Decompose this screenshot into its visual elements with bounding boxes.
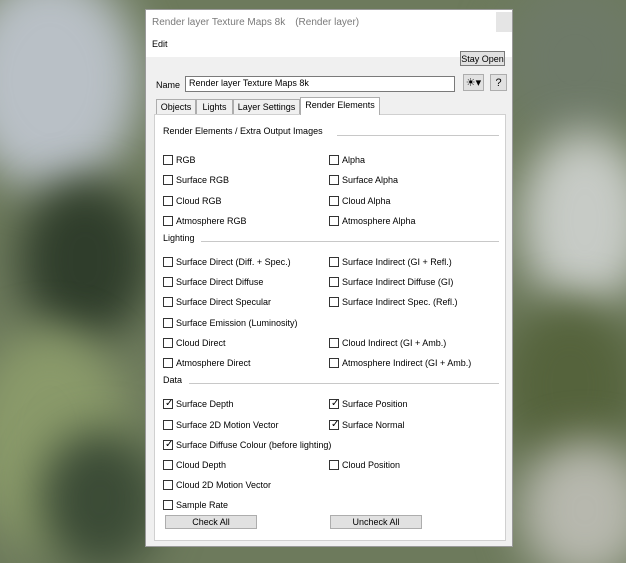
checkbox[interactable] (163, 277, 173, 287)
checkmark-icon: ✓ (165, 439, 174, 450)
render-elements-panel: Render Elements / Extra Output Images Li… (154, 114, 506, 541)
tab-lights[interactable]: Lights (196, 99, 233, 114)
checkbox-label: Surface Normal (342, 420, 405, 430)
settings-button[interactable]: ☀▾ (463, 74, 484, 91)
checkbox[interactable] (163, 500, 173, 510)
checkbox[interactable] (329, 216, 339, 226)
checkbox-label: Atmosphere Alpha (342, 216, 416, 226)
checkbox[interactable] (329, 277, 339, 287)
check-all-button[interactable]: Check All (165, 515, 257, 529)
name-label: Name (156, 80, 181, 90)
checkbox[interactable]: ✓ (163, 439, 174, 450)
checkbox-label: Surface Direct Specular (176, 297, 272, 307)
checkbox-label: Cloud Alpha (342, 196, 391, 206)
checkbox-label: Alpha (342, 155, 366, 165)
section-divider (337, 135, 499, 136)
checkbox-label: Surface Direct Diffuse (176, 277, 264, 287)
checkbox-label: Surface Diffuse Colour (before lighting) (176, 440, 332, 450)
checkbox[interactable] (163, 480, 173, 490)
section-extra-output: Render Elements / Extra Output Images (163, 126, 323, 136)
checkbox[interactable] (329, 196, 339, 206)
checkbox[interactable] (163, 338, 173, 348)
checkbox[interactable] (163, 196, 173, 206)
checkbox-label: Surface 2D Motion Vector (176, 420, 279, 430)
checkbox[interactable] (163, 297, 173, 307)
checkbox-label: Surface Emission (Luminosity) (176, 318, 298, 328)
checkbox[interactable] (163, 318, 173, 328)
checkbox[interactable] (329, 358, 339, 368)
checkbox-label: Cloud 2D Motion Vector (176, 480, 272, 490)
checkbox-label: Atmosphere RGB (176, 216, 247, 226)
section-lighting: Lighting (163, 233, 195, 243)
render-layer-dialog: Render layer Texture Maps 8k (Render laye… (145, 9, 513, 547)
tab-objects[interactable]: Objects (156, 99, 196, 114)
checkbox-label: Surface Depth (176, 399, 234, 409)
checkbox[interactable]: ✓ (329, 419, 340, 430)
checkbox[interactable] (163, 175, 173, 185)
checkbox[interactable] (163, 155, 173, 165)
window-control[interactable] (496, 12, 512, 32)
checkmark-icon: ✓ (331, 419, 340, 430)
checkbox-label: Sample Rate (176, 500, 229, 510)
checkmark-icon: ✓ (331, 398, 340, 409)
checkbox[interactable] (329, 460, 339, 470)
tab-render-elements[interactable]: Render Elements (300, 97, 380, 115)
checkbox-label: Cloud Depth (176, 460, 227, 470)
checkbox[interactable] (329, 175, 339, 185)
uncheck-all-button[interactable]: Uncheck All (330, 515, 422, 529)
checkbox[interactable] (163, 257, 173, 267)
checkbox-label: Cloud Direct (176, 338, 226, 348)
checkbox[interactable] (163, 358, 173, 368)
menu-edit[interactable]: Edit (152, 39, 168, 49)
title-bar: Render layer Texture Maps 8k (Render laye… (146, 10, 512, 35)
name-field[interactable]: Render layer Texture Maps 8k (185, 76, 455, 92)
checkbox[interactable] (163, 420, 173, 430)
section-divider (189, 383, 499, 384)
checkbox-label: Cloud Position (342, 460, 401, 470)
checkbox-label: Cloud RGB (176, 196, 222, 206)
section-data: Data (163, 375, 183, 385)
checkbox-label: Surface RGB (176, 175, 230, 185)
stay-open-button[interactable]: Stay Open (460, 51, 505, 66)
checkbox[interactable] (329, 297, 339, 307)
checkbox[interactable] (163, 460, 173, 470)
checkbox-label: Surface Direct (Diff. + Spec.) (176, 257, 291, 267)
section-divider (201, 241, 499, 242)
checkmark-icon: ✓ (165, 398, 174, 409)
checkbox[interactable]: ✓ (329, 398, 340, 409)
checkbox-label: Atmosphere Direct (176, 358, 251, 368)
checkbox[interactable] (329, 155, 339, 165)
checkbox-label: Surface Indirect Spec. (Refl.) (342, 297, 458, 307)
checkbox-label: RGB (176, 155, 196, 165)
checkbox-label: Cloud Indirect (GI + Amb.) (342, 338, 447, 348)
checkbox[interactable] (163, 216, 173, 226)
gear-icon: ☀▾ (465, 76, 482, 89)
checkbox[interactable]: ✓ (163, 398, 174, 409)
help-button[interactable]: ? (490, 74, 507, 91)
checkbox-label: Surface Indirect Diffuse (GI) (342, 277, 454, 287)
window-title: Render layer Texture Maps 8k (152, 17, 286, 28)
checkbox[interactable] (329, 257, 339, 267)
checkbox-label: Surface Position (342, 399, 408, 409)
menu-bar: Edit (146, 35, 512, 57)
tab-layer-settings[interactable]: Layer Settings (233, 99, 300, 114)
checkbox-label: Surface Indirect (GI + Refl.) (342, 257, 452, 267)
checkbox[interactable] (329, 338, 339, 348)
checkbox-label: Surface Alpha (342, 175, 399, 185)
window-subtitle: (Render layer) (295, 17, 360, 28)
checkbox-label: Atmosphere Indirect (GI + Amb.) (342, 358, 472, 368)
